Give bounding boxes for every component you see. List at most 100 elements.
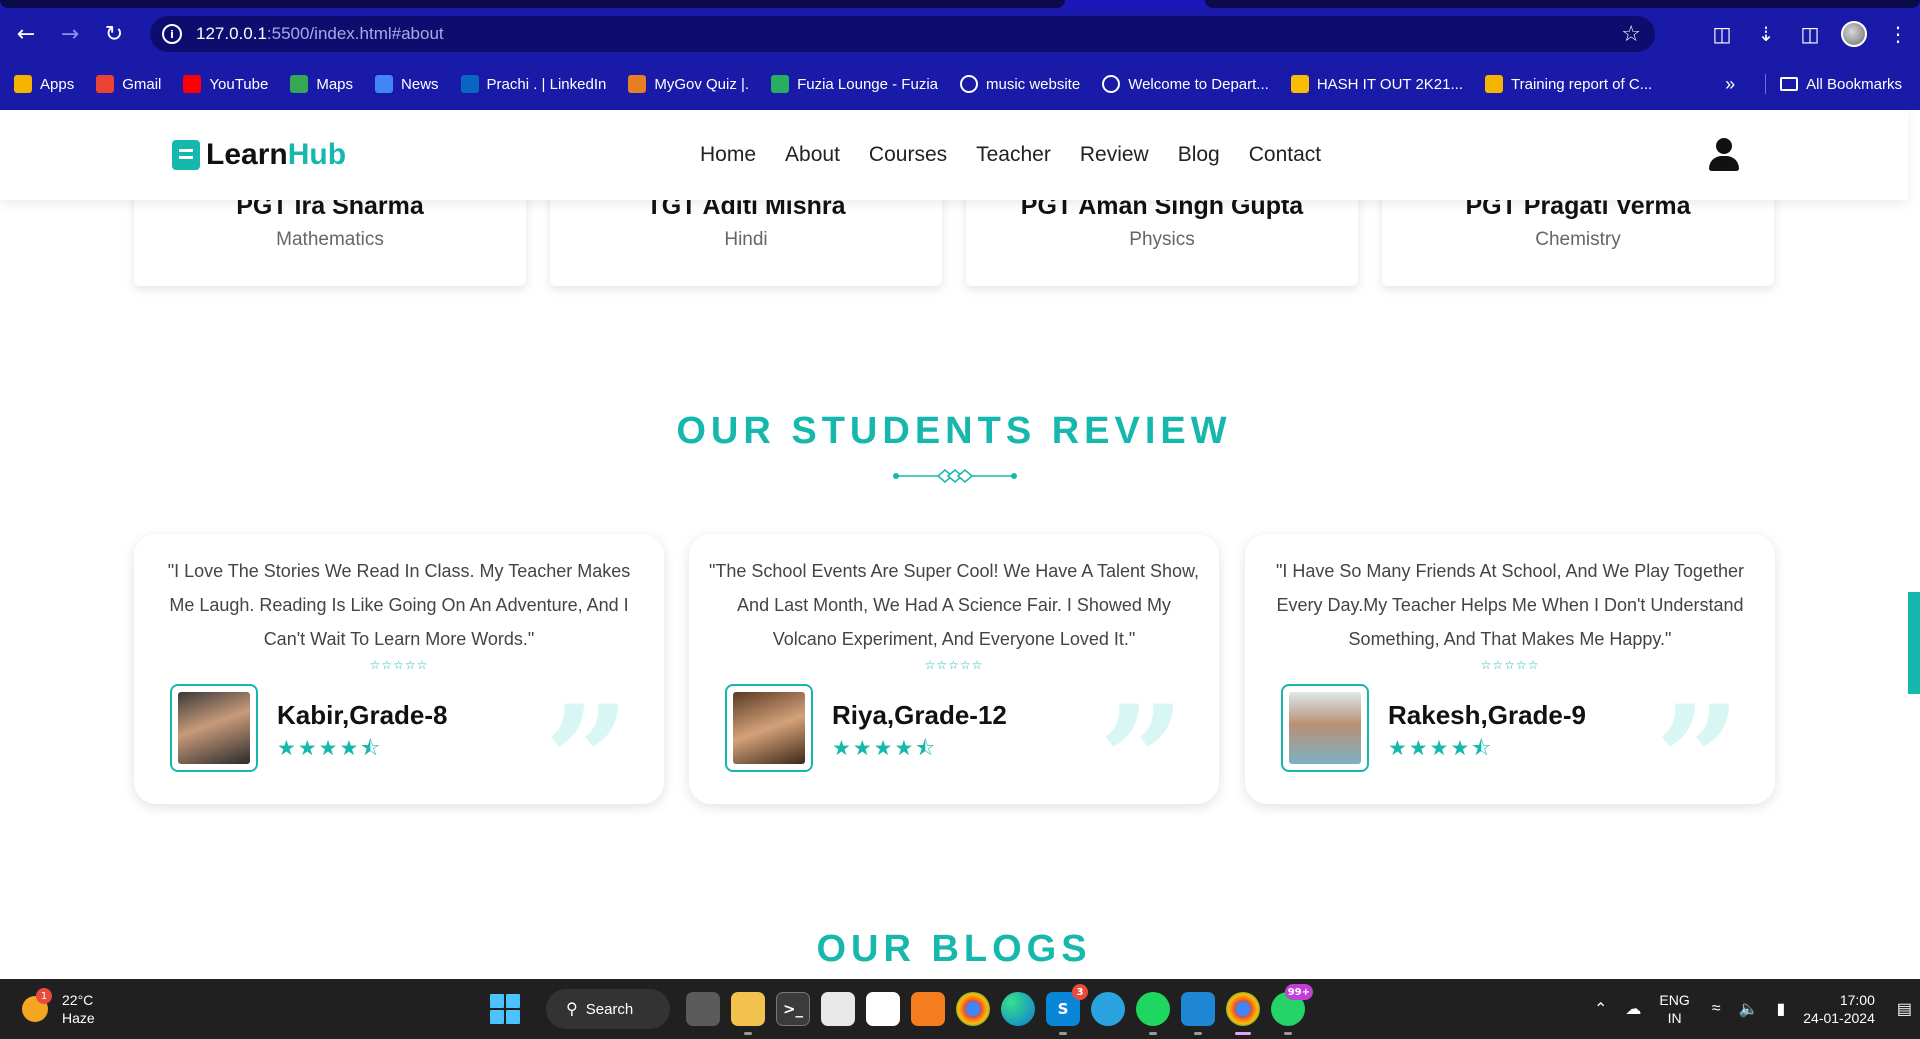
weather-badge: 1 [36,988,52,1004]
url-text[interactable]: 127.0.0.1:5500/index.html#about [196,24,444,44]
slack-icon[interactable] [866,992,900,1026]
terminal-icon[interactable]: >_ [776,992,810,1026]
taskbar-search[interactable]: ⚲ Search [546,989,670,1029]
bookmark-item[interactable]: Maps [290,75,353,93]
bookmark-label: Gmail [122,75,162,93]
microsoft-store-icon[interactable] [821,992,855,1026]
skype-icon[interactable]: S3 [1046,984,1088,1035]
bookmark-label: Apps [40,75,75,93]
tab-strip [0,0,1920,10]
bookmarks-bar: Apps Gmail YouTube Maps News Prachi . | Linke… [0,58,1920,110]
review-card: "I Have So Many Friends At School, And W… [1245,534,1775,804]
decorative-stars-icon: ☆☆☆☆☆ [1480,658,1540,672]
fuzia-icon [771,75,790,93]
language-indicator[interactable]: ENG IN [1659,991,1689,1027]
rating-stars-icon: ★★★★⯪ [277,736,383,760]
back-arrow-icon[interactable]: ← [8,16,44,52]
quote-mark-icon: ” [1655,686,1741,766]
bookmark-item[interactable]: music website [960,75,1080,93]
all-bookmarks-label: All Bookmarks [1806,75,1902,93]
review-text: "The School Events Are Super Cool! We Ha… [709,561,1200,649]
gmail-icon [96,75,115,93]
bookmark-item[interactable]: News [375,75,439,93]
battery-icon[interactable]: ▮ [1776,999,1785,1019]
browser-tab[interactable] [1205,0,1920,8]
bookmark-item[interactable]: Training report of C... [1485,75,1652,93]
bookmark-label: MyGov Quiz |. [654,75,750,93]
extensions-icon[interactable]: ◫ [1700,12,1744,56]
globe-icon [1102,75,1121,93]
bookmark-item[interactable]: Prachi . | LinkedIn [460,75,607,93]
side-panel-icon[interactable]: ◫ [1788,12,1832,56]
reload-icon[interactable]: ↻ [96,16,132,52]
forward-arrow-icon[interactable]: → [52,16,88,52]
nav-teacher[interactable]: Teacher [976,143,1051,167]
profile-avatar[interactable] [1832,12,1876,56]
chevron-up-icon[interactable]: ⌃ [1594,999,1607,1019]
nav-about[interactable]: About [785,143,840,167]
all-bookmarks-folder[interactable]: All Bookmarks [1780,76,1902,93]
onedrive-cloud-icon[interactable]: ☁ [1625,999,1641,1019]
bookmark-label: Prachi . | LinkedIn [486,75,607,93]
rating-stars-icon: ★★★★⯪ [832,736,938,760]
book-logo-icon [172,140,200,170]
file-explorer-icon[interactable] [731,992,765,1035]
task-view-icon[interactable] [686,992,720,1026]
bookmark-item[interactable]: YouTube [183,75,268,93]
taskbar-apps: ⚲ Search >_ S3 99+ [490,979,1316,1039]
user-account-icon[interactable] [1709,138,1739,172]
drive-icon [1290,75,1309,93]
nav-blog[interactable]: Blog [1178,143,1220,167]
review-text: "I Love The Stories We Read In Class. My… [167,561,631,649]
bookmark-item[interactable]: Gmail [96,75,161,93]
chrome-profile-icon[interactable] [1226,992,1260,1035]
kebab-menu-icon[interactable]: ⋮ [1876,12,1920,56]
browser-tab[interactable] [0,0,1065,8]
nav-contact[interactable]: Contact [1249,143,1321,167]
nav-courses[interactable]: Courses [869,143,947,167]
bookmark-item[interactable]: Welcome to Depart... [1102,75,1269,93]
teacher-subject: Chemistry [1535,229,1621,250]
system-clock[interactable]: 17:00 24-01-2024 [1803,991,1875,1027]
nav-review[interactable]: Review [1080,143,1149,167]
weather-haze-icon: 1 [22,988,52,1022]
telegram-icon[interactable] [1091,992,1125,1026]
bookmark-label: YouTube [209,75,269,93]
vscode-icon[interactable] [1181,992,1215,1035]
student-name: Riya,Grade-12 [832,700,1007,730]
linkedin-icon [460,75,479,93]
more-bookmarks-chevron-icon[interactable]: » [1725,74,1735,95]
teacher-subject: Physics [1129,229,1195,250]
bookmark-item[interactable]: Fuzia Lounge - Fuzia [771,75,938,93]
spotify-icon[interactable] [1136,992,1170,1035]
wifi-icon[interactable]: ≈ [1712,1000,1721,1018]
xampp-icon[interactable] [911,992,945,1026]
bookmark-label: Maps [316,75,354,93]
weather-widget[interactable]: 1 22°C Haze [22,988,95,1027]
bookmark-item[interactable]: MyGov Quiz |. [628,75,749,93]
reviews-section-title: OUR STUDENTS REVIEW [676,410,1232,452]
bookmark-label: HASH IT OUT 2K21... [1316,75,1463,93]
bookmark-item[interactable]: HASH IT OUT 2K21... [1290,75,1463,93]
bookmark-star-icon[interactable]: ☆ [1621,22,1641,47]
volume-icon[interactable]: 🔈 [1739,999,1759,1019]
blogs-section-title: OUR BLOGS [816,928,1092,970]
bookmarks-separator [1765,74,1767,94]
site-info-icon[interactable]: i [162,24,182,44]
forms-icon [1485,75,1503,93]
address-bar[interactable]: i 127.0.0.1:5500/index.html#about ☆ [150,16,1655,52]
system-tray: ⌃ ☁ ENG IN ≈ 🔈 ▮ 17:00 24-01-2024 ▤ [1594,979,1920,1039]
notification-bell-icon[interactable]: ▤ [1897,999,1912,1019]
edge-icon[interactable] [1001,992,1035,1026]
download-icon[interactable]: ⇣ [1744,12,1788,56]
nav-home[interactable]: Home [700,143,756,167]
bookmark-item[interactable]: Apps [14,75,74,93]
url-host: 127.0.0.1 [196,24,267,43]
chrome-icon[interactable] [956,992,990,1026]
windows-start-icon[interactable] [490,994,520,1024]
student-avatar [170,684,258,772]
side-scroll-tab[interactable] [1908,592,1920,694]
site-logo[interactable]: LearnHub [172,138,346,172]
bookmark-label: News [401,75,439,93]
whatsapp-icon[interactable]: 99+ [1271,984,1313,1035]
